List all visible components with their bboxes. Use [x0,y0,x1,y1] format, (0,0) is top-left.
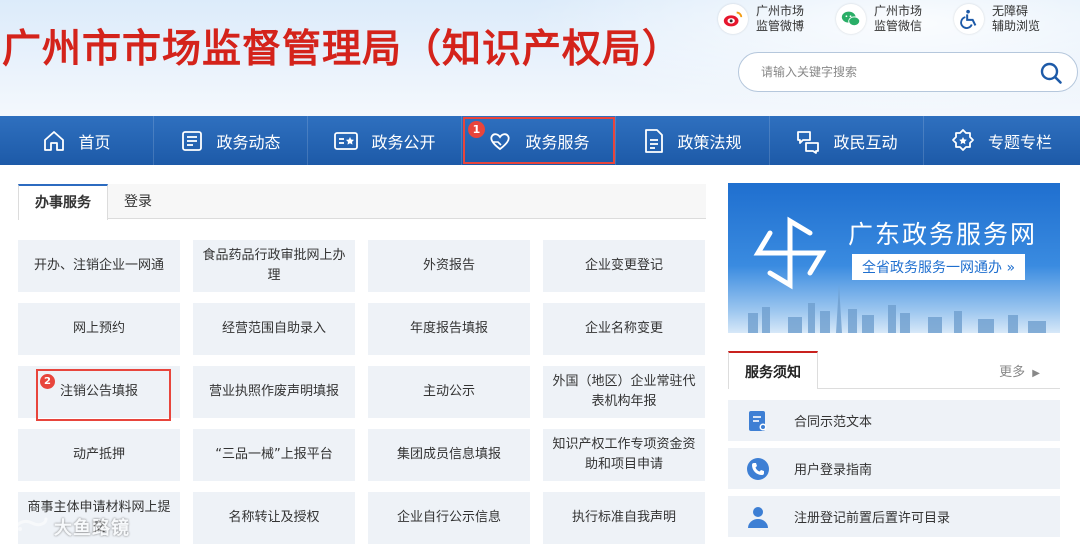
step-badge-1: 1 [468,121,485,138]
service-item[interactable]: “三品一械”上报平台 [193,429,355,481]
pinwheel-logo-icon [753,216,827,290]
notice-item[interactable]: 注册登记前置后置许可目录 [728,496,1060,537]
accessibility-icon [954,4,984,34]
service-item[interactable]: 动产抵押 [18,429,180,481]
tab-login[interactable]: 登录 [108,184,168,219]
service-item[interactable]: 经营范围自助录入 [193,303,355,355]
more-link[interactable]: 更多 ▶ [999,361,1040,380]
service-grid: 开办、注销企业一网通 食品药品行政审批网上办理 外资报告 企业变更登记 网上预约… [18,240,708,544]
service-item[interactable]: 知识产权工作专项资金资助和项目申请 [543,429,705,481]
accessibility-link-label: 无障碍 辅助浏览 [992,4,1041,33]
watermark: 大鱼路镜 [10,514,130,540]
weibo-link-label: 广州市场 监管微博 [756,4,805,33]
banner-title: 广东政务服务网 [848,220,1038,249]
service-item[interactable]: 食品药品行政审批网上办理 [193,240,355,292]
service-item[interactable]: 营业执照作废声明填报 [193,366,355,418]
service-tabs: 办事服务 登录 [18,184,706,220]
service-item[interactable]: 外资报告 [368,240,530,292]
more-link-label: 更多 [999,365,1026,380]
service-item[interactable]: 名称转让及授权 [193,492,355,544]
nav-item-topics[interactable]: 专题专栏 [924,116,1078,165]
tab-services[interactable]: 办事服务 [18,184,108,220]
gd-gov-service-banner[interactable]: 广东政务服务网 全省政务服务一网通办 » [728,183,1060,333]
service-item[interactable]: 企业自行公示信息 [368,492,530,544]
home-icon [44,130,65,151]
service-item[interactable]: 开办、注销企业一网通 [18,240,180,292]
search-icon[interactable] [1039,61,1063,85]
banner-subtitle: 全省政务服务一网通办 » [852,254,1026,280]
service-item[interactable]: 网上预约 [18,303,180,355]
heart-service-icon [490,132,511,150]
main-nav: 首页 政务动态 政务公开 1 政务服务 政策法规 政民互动 专题专栏 [0,116,1080,165]
gear-badge-icon [952,128,974,151]
search-input[interactable] [761,62,1021,82]
caret-right-icon: ▶ [1032,368,1040,379]
service-item[interactable]: 外国（地区）企业常驻代表机构年报 [543,366,705,418]
nav-item-label: 政务服务 [525,132,590,152]
weibo-icon [718,4,748,34]
service-item[interactable]: 企业名称变更 [543,303,705,355]
service-item[interactable]: 主动公示 [368,366,530,418]
weibo-link[interactable]: 广州市场 监管微博 [718,4,822,34]
top-links: 广州市场 监管微博 广州市场 监管微信 无障碍 辅助浏览 [718,4,1058,34]
interaction-icon [797,130,820,154]
nav-item-label: 政民互动 [833,132,898,152]
notice-item-label: 合同示范文本 [794,415,873,430]
accessibility-link[interactable]: 无障碍 辅助浏览 [954,4,1058,34]
watermark-text: 大鱼路镜 [54,518,130,539]
notice-item[interactable]: 合同示范文本 [728,400,1060,441]
nav-item-open-info[interactable]: 政务公开 [308,116,462,165]
watermark-logo-icon [12,517,48,537]
wechat-link[interactable]: 广州市场 监管微信 [836,4,940,34]
service-item[interactable]: 执行标准自我声明 [543,492,705,544]
user-icon [748,506,768,528]
service-item-label: 注销公告填报 [59,384,138,399]
service-item[interactable]: 集团成员信息填报 [368,429,530,481]
contract-icon [749,410,767,431]
nav-item-policy[interactable]: 政策法规 [616,116,770,165]
site-title: 广州市市场监督管理局（知识产权局） [2,27,683,72]
nav-item-news[interactable]: 政务动态 [154,116,308,165]
step-badge-2: 2 [40,374,55,389]
notice-item-label: 用户登录指南 [794,463,873,478]
open-info-icon [334,131,359,150]
news-icon [182,130,203,151]
phone-icon [747,457,769,480]
service-item-cancel-notice[interactable]: 2 注销公告填报 [18,366,180,421]
document-icon [645,128,664,153]
nav-item-interaction[interactable]: 政民互动 [770,116,924,165]
notice-item-label: 注册登记前置后置许可目录 [794,511,951,526]
nav-item-label: 政务公开 [371,132,436,152]
notice-item[interactable]: 用户登录指南 [728,448,1060,489]
nav-item-home[interactable]: 首页 [0,116,154,165]
notice-title: 服务须知 [728,351,818,389]
nav-item-services[interactable]: 1 政务服务 [462,116,616,165]
nav-item-label: 政务动态 [216,132,281,152]
search-box [738,52,1078,92]
nav-item-label: 首页 [78,132,111,152]
city-skyline-icon [748,285,1046,333]
wechat-link-label: 广州市场 监管微信 [874,4,923,33]
nav-item-label: 专题专栏 [987,132,1052,152]
site-header: 广州市市场监督管理局（知识产权局） 广州市场 监管微博 广州市场 监管微信 无障… [0,0,1080,116]
notice-list: 合同示范文本 用户登录指南 注册登记前置后置许可目录 [728,400,1060,544]
service-item[interactable]: 企业变更登记 [543,240,705,292]
nav-item-label: 政策法规 [677,132,742,152]
notice-header: 服务须知 更多 ▶ [728,351,1060,389]
service-item[interactable]: 年度报告填报 [368,303,530,355]
wechat-icon [836,4,866,34]
